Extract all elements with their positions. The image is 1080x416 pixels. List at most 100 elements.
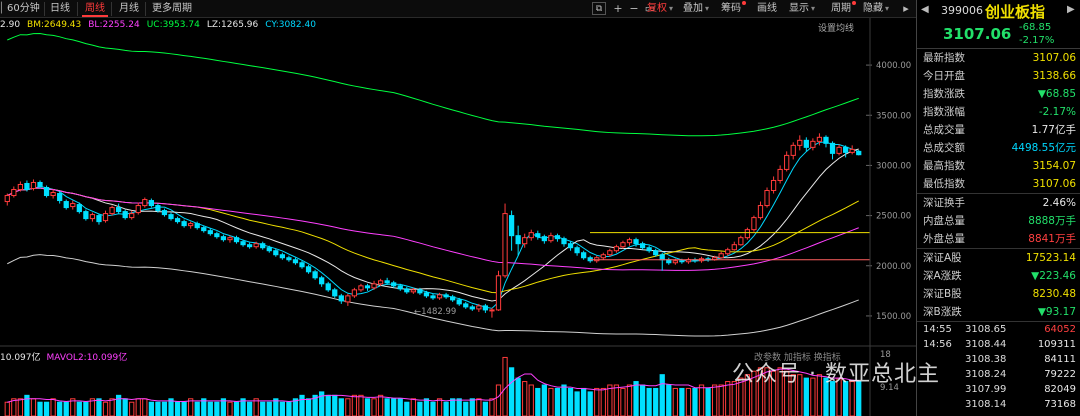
volume-bar (345, 398, 351, 416)
candle (181, 221, 187, 227)
candle (201, 227, 207, 232)
tab-weekly[interactable]: 周线 (82, 1, 108, 17)
candle (319, 277, 325, 285)
candle (770, 179, 777, 192)
volume-bar (554, 387, 561, 416)
overlay-dropdown[interactable]: 叠加 (680, 1, 712, 17)
candle (561, 238, 567, 245)
collapse-chevron-icon[interactable]: ▸ (898, 1, 914, 17)
next-arrow-icon[interactable]: ▶ (1067, 4, 1075, 15)
tick-price: 3108.44 (965, 339, 1007, 350)
tab-60min[interactable]: 60分钟 (4, 1, 43, 17)
huaxian-button[interactable]: 画线 (754, 1, 780, 17)
candle (476, 305, 482, 310)
quote-row-value: 8841万手 (1028, 233, 1076, 245)
quote-row-value: ▼93.17 (1037, 306, 1076, 318)
candle (738, 237, 744, 246)
volume-bar (705, 387, 711, 416)
ma-bm-line (7, 187, 859, 294)
candle (535, 233, 541, 238)
quote-row-label: 今日开盘 (923, 70, 965, 82)
candle (528, 232, 534, 239)
quote-row-value: 2.46% (1042, 197, 1076, 209)
hide-dropdown[interactable]: 隐藏 (860, 1, 892, 17)
candle (155, 205, 161, 212)
candle (653, 250, 659, 256)
candle (384, 280, 390, 284)
candle (188, 223, 194, 227)
volume-bar (351, 394, 358, 416)
volume-bar (142, 398, 148, 416)
prev-arrow-icon[interactable]: ◀ (921, 4, 929, 15)
volume-bar (626, 384, 633, 416)
tab-more-periods[interactable]: 更多周期 (149, 1, 195, 17)
candle (508, 215, 515, 237)
candle (626, 239, 633, 244)
volume-bar (482, 401, 489, 416)
candle (207, 230, 213, 235)
quote-row-value: 8230.48 (1032, 288, 1076, 300)
toolbar-divider (44, 2, 45, 16)
quote-row-label: 内盘总量 (923, 215, 965, 227)
period-cycle-button[interactable]: 周期 (828, 1, 859, 17)
tick-volume: 79222 (1044, 369, 1076, 380)
zoom-in-icon[interactable]: + (610, 1, 626, 17)
new-badge-dot (742, 1, 746, 5)
candle (823, 136, 829, 144)
quote-header: ◀ 399006 创业板指 ▶ 3107.06 -68.85 -2.17% (917, 0, 1080, 49)
candle (17, 183, 24, 191)
ma-legend-item: LZ:1265.96 (206, 20, 259, 30)
volume-bar (260, 401, 266, 416)
candle (4, 195, 10, 203)
volume-bar (535, 387, 541, 416)
candle (522, 237, 528, 245)
candle (273, 250, 279, 256)
volume-bar (581, 387, 587, 416)
candle (600, 254, 606, 259)
y-axis-label: 2500.00 (876, 212, 911, 222)
candle (731, 244, 737, 251)
candle (351, 289, 358, 297)
volume-bar (489, 398, 495, 416)
tab-daily[interactable]: 日线 (47, 1, 73, 17)
candle (102, 213, 109, 222)
candle (63, 201, 69, 209)
set-ma-label[interactable]: 设置均线 (818, 21, 854, 34)
volume-bar (174, 401, 181, 416)
candle (639, 243, 646, 249)
volume-bar (207, 401, 213, 416)
volume-bar (404, 401, 410, 416)
quote-row-label: 深证换手 (923, 197, 965, 209)
fuquan-dropdown[interactable]: 复权 (644, 1, 676, 17)
copy-icon[interactable]: ⧉ (592, 2, 606, 15)
volume-bar (463, 401, 469, 416)
quote-row: 最新指数 3107.06 (917, 49, 1080, 67)
volume-bar (57, 401, 63, 416)
volume-bar (273, 398, 279, 416)
candle (345, 295, 351, 303)
candle (764, 190, 770, 207)
volume-bar (279, 401, 285, 416)
chouma-button[interactable]: 筹码 (718, 1, 749, 17)
tab-monthly[interactable]: 月线 (116, 1, 142, 17)
volume-bar (50, 398, 56, 416)
candle (115, 207, 122, 213)
volume-bar (37, 401, 43, 416)
candle (57, 193, 63, 202)
ma-legend: 2.90 BM:2649.43 BL:2255.24 UC:3953.74 LZ:126… (0, 20, 323, 33)
display-dropdown[interactable]: 显示 (786, 1, 818, 17)
candle (751, 217, 757, 231)
zoom-out-icon[interactable]: − (626, 1, 642, 17)
volume-bar (338, 398, 344, 416)
volume-bar (712, 384, 718, 416)
candle (174, 218, 181, 223)
candle (214, 233, 220, 238)
volume-bar (371, 398, 377, 416)
ma-cy-line (7, 141, 859, 309)
ma-uc-line (7, 32, 859, 137)
volume-bar (30, 398, 37, 416)
volume-bar (377, 394, 384, 416)
volume-bar (443, 401, 449, 416)
quote-row: 指数涨幅 -2.17% (917, 103, 1080, 121)
candle (371, 283, 377, 289)
